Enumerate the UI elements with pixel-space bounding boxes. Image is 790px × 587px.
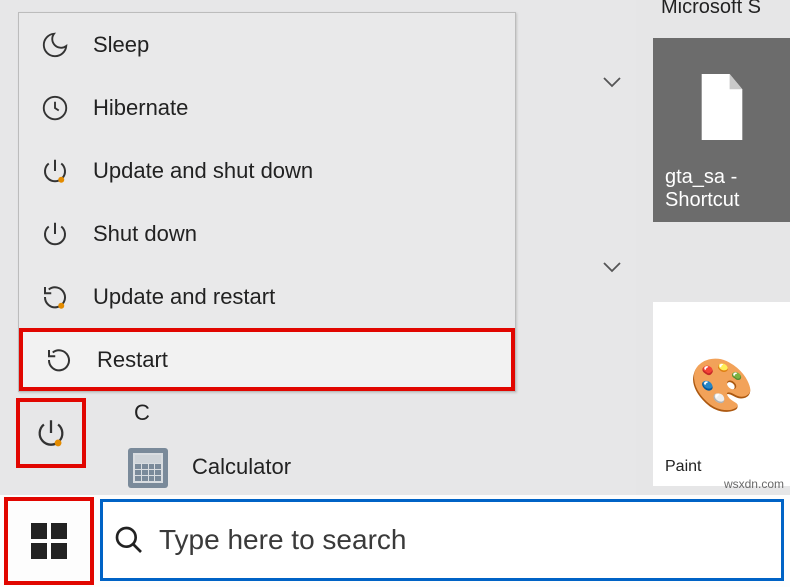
watermark: wsxdn.com — [724, 477, 784, 491]
taskbar-search[interactable]: Type here to search — [100, 499, 784, 581]
search-icon — [113, 524, 145, 556]
start-menu-area: Sleep Hibernate Update and shut down — [0, 0, 636, 495]
calculator-label[interactable]: Calculator — [192, 454, 291, 480]
tile-label-line1: gta_sa - — [665, 166, 779, 189]
menu-item-label: Update and restart — [93, 284, 275, 310]
menu-item-hibernate[interactable]: Hibernate — [19, 76, 515, 139]
menu-item-label: Update and shut down — [93, 158, 313, 184]
tile-shortcut[interactable]: gta_sa - Shortcut — [653, 38, 790, 222]
document-icon — [665, 48, 779, 166]
menu-item-sleep[interactable]: Sleep — [19, 13, 515, 76]
menu-item-restart[interactable]: Restart — [19, 328, 515, 391]
menu-item-label: Restart — [97, 347, 168, 373]
paint-icon: 🎨 — [665, 312, 779, 458]
power-context-menu: Sleep Hibernate Update and shut down — [18, 12, 516, 392]
tile-label-line2: Shortcut — [665, 189, 779, 212]
power-icon — [39, 218, 71, 250]
menu-item-update-restart[interactable]: Update and restart — [19, 265, 515, 328]
start-button[interactable] — [4, 497, 94, 585]
windows-icon — [29, 521, 69, 561]
restart-update-icon — [39, 281, 71, 313]
power-update-icon — [34, 416, 68, 450]
menu-item-label: Hibernate — [93, 95, 188, 121]
chevron-down-icon[interactable] — [600, 70, 624, 94]
tile-label: Paint — [665, 458, 779, 476]
moon-icon — [39, 29, 71, 61]
restart-icon — [43, 344, 75, 376]
calculator-icon[interactable] — [128, 448, 168, 488]
menu-item-update-shutdown[interactable]: Update and shut down — [19, 139, 515, 202]
chevron-down-icon[interactable] — [600, 255, 624, 279]
menu-item-label: Shut down — [93, 221, 197, 247]
search-placeholder: Type here to search — [159, 524, 406, 556]
app-list-section-letter[interactable]: C — [134, 400, 150, 426]
tile-paint[interactable]: 🎨 Paint — [653, 302, 790, 486]
power-update-icon — [39, 155, 71, 187]
menu-item-shutdown[interactable]: Shut down — [19, 202, 515, 265]
start-tiles-column: Microsoft S gta_sa - Shortcut 🎨 Paint — [636, 0, 790, 495]
taskbar: Type here to search — [0, 495, 790, 587]
clock-icon — [39, 92, 71, 124]
tile-group-label: Microsoft S — [661, 0, 761, 19]
rail-power-button[interactable] — [16, 398, 86, 468]
menu-item-label: Sleep — [93, 32, 149, 58]
